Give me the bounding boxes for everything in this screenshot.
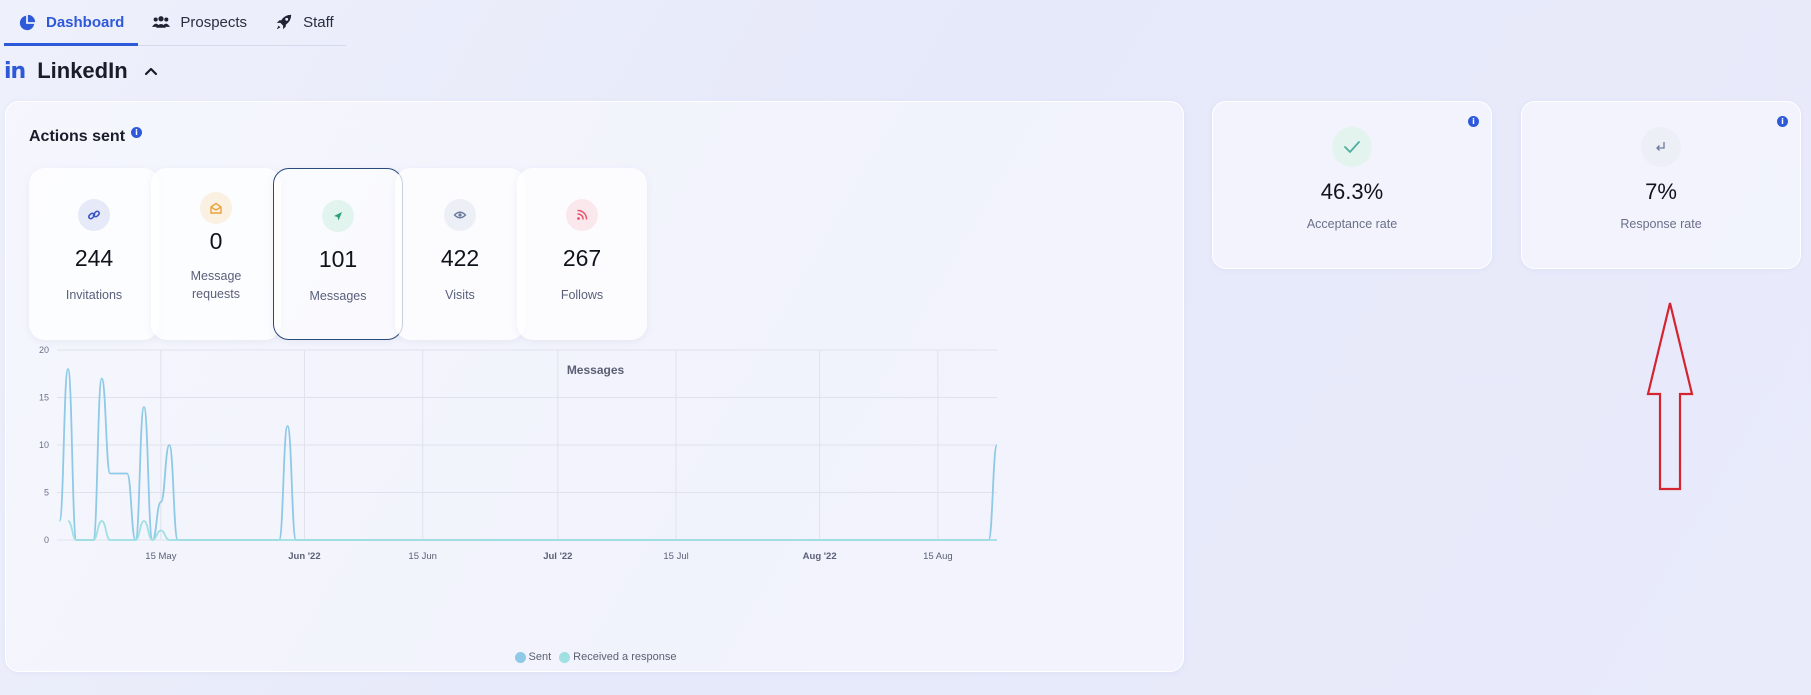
y-tick-label: 5	[44, 488, 49, 498]
acceptance-rate-card: i 46.3% Acceptance rate	[1212, 101, 1492, 269]
x-tick-label: 15 Jul	[663, 551, 688, 562]
legend-label: Sent	[528, 651, 552, 663]
legend-swatch	[514, 651, 526, 663]
tab-dashboard-label: Dashboard	[46, 14, 125, 31]
legend-item-received[interactable]: Received a response	[559, 651, 676, 663]
y-tick-label: 0	[44, 535, 49, 545]
check-icon	[1344, 141, 1360, 153]
legend-item-sent[interactable]: Sent	[514, 651, 552, 663]
acceptance-rate-value: 46.3%	[1320, 179, 1384, 204]
info-icon[interactable]: i	[1468, 116, 1479, 127]
pie-chart-icon	[19, 14, 36, 30]
response-rate-label: Response rate	[1620, 217, 1702, 231]
messages-line-chart: 0 5 10 15 20 15 May Jun '22 15 Jun Jul '22 15 Jul…	[39, 345, 998, 562]
tab-staff[interactable]: Staff	[261, 0, 348, 44]
tab-prospects-label: Prospects	[180, 13, 248, 31]
section-title: LinkedIn	[37, 58, 128, 83]
top-tabs: Dashboard Prospects Staff	[4, 0, 346, 46]
rocket-icon	[276, 14, 292, 30]
actions-sent-card: Actions sent i 244 Invitations 0 Message…	[5, 101, 1184, 672]
x-tick-label: Jun '22	[288, 551, 320, 562]
legend-label: Received a response	[573, 651, 677, 663]
reply-icon	[1656, 142, 1665, 151]
y-tick-label: 20	[39, 345, 49, 355]
y-tick-label: 10	[39, 440, 49, 450]
x-tick-label: 15 Jun	[408, 551, 437, 562]
x-tick-label: 15 Aug	[923, 551, 953, 562]
tab-prospects[interactable]: Prospects	[138, 0, 261, 44]
x-tick-label: Aug '22	[803, 551, 837, 562]
icon-bg	[1332, 127, 1372, 167]
users-icon	[152, 16, 171, 28]
info-icon[interactable]: i	[1777, 116, 1788, 127]
response-rate-card: i 7% Response rate	[1521, 101, 1801, 269]
linkedin-logo: in	[4, 58, 26, 84]
chart-legend: Sent Received a response	[6, 651, 1185, 663]
tab-staff-label: Staff	[303, 13, 334, 31]
red-up-arrow-annotation	[1646, 302, 1694, 491]
x-tick-label: 15 May	[145, 551, 176, 562]
acceptance-rate-label: Acceptance rate	[1306, 217, 1398, 231]
series-line-received	[67, 520, 997, 541]
linkedin-section-header[interactable]: in LinkedIn	[4, 58, 158, 84]
y-tick-label: 15	[39, 393, 49, 403]
chevron-up-icon[interactable]	[144, 64, 158, 78]
tab-dashboard[interactable]: Dashboard	[4, 0, 139, 46]
x-tick-label: Jul '22	[543, 551, 572, 562]
series-line-sent	[58, 368, 998, 541]
response-rate-value: 7%	[1645, 179, 1677, 204]
icon-bg	[1641, 127, 1681, 167]
legend-swatch	[559, 651, 571, 663]
